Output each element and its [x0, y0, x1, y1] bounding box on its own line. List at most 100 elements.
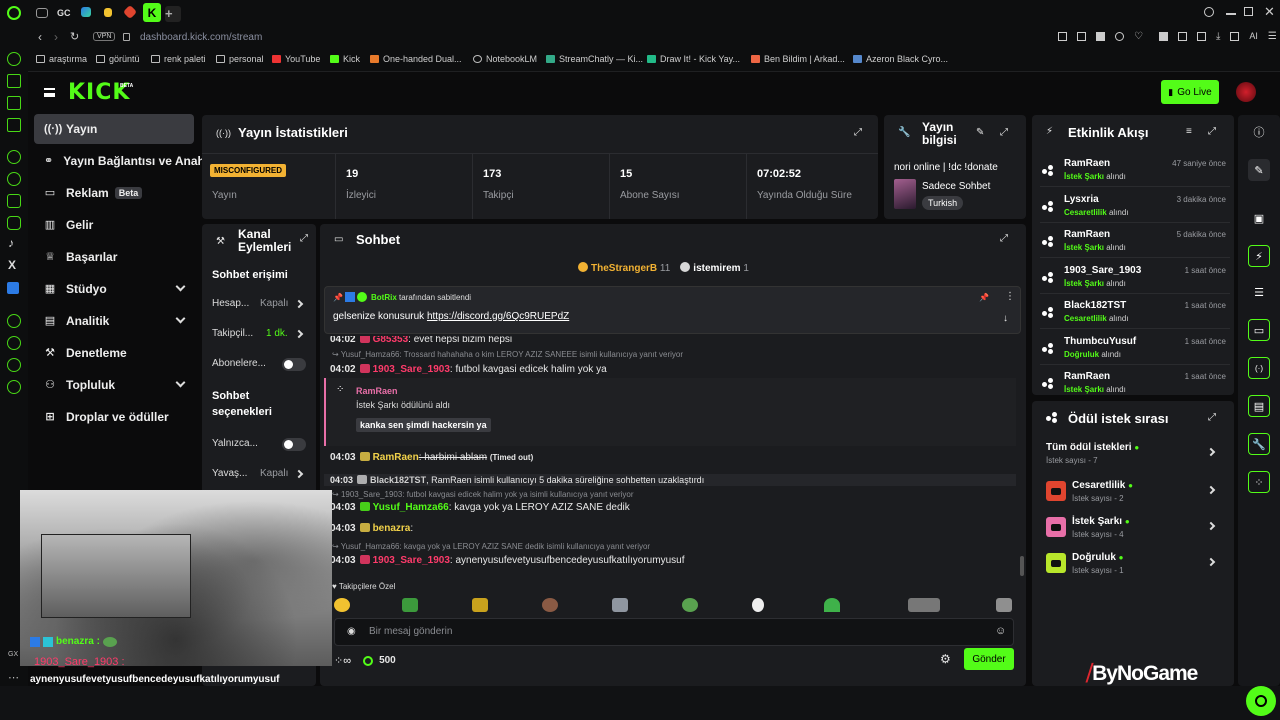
- emote[interactable]: [752, 598, 764, 612]
- x-icon[interactable]: X: [8, 258, 16, 272]
- bookmark-item[interactable]: personal: [216, 54, 264, 64]
- expand-icon[interactable]: ⤢: [1000, 127, 1008, 138]
- unpin-icon[interactable]: 📌: [979, 293, 989, 302]
- message-user[interactable]: 1903_Sare_1903: [373, 364, 450, 375]
- sidebar-item-yayin[interactable]: ((·)) Yayın: [34, 114, 194, 144]
- info-icon[interactable]: ⓘ: [1248, 121, 1270, 143]
- pinned-link[interactable]: https://discord.gg/6Qc9RUEPdZ: [427, 311, 569, 322]
- heart-icon[interactable]: ♡: [1134, 32, 1143, 42]
- search-icon[interactable]: [1204, 7, 1214, 17]
- back-icon[interactable]: ‹: [38, 30, 42, 44]
- edit-icon[interactable]: ✎: [976, 127, 984, 138]
- sidebar-icon-5[interactable]: [7, 150, 21, 164]
- chat-message[interactable]: 04:03 RamRaen: harbimi ablam (Timed out): [330, 452, 533, 463]
- gifter-1[interactable]: TheStrangerB 11: [578, 262, 670, 274]
- reload-icon[interactable]: ↻: [70, 30, 79, 43]
- chat-message[interactable]: 04:02 G85353: evet hepsi bizim hepsi: [330, 336, 512, 345]
- setting-row-yavas[interactable]: Yavaş... Kapalı: [202, 460, 316, 488]
- whatsapp-icon[interactable]: [7, 172, 21, 186]
- sidebar-icon-1[interactable]: [7, 52, 21, 66]
- event-user[interactable]: RamRaen: [1064, 229, 1110, 240]
- minimize-icon[interactable]: [1226, 13, 1236, 15]
- menu-icon[interactable]: ☰: [1268, 32, 1277, 42]
- event-user[interactable]: Black182TST: [1064, 300, 1126, 311]
- sidebar-item-gelir[interactable]: ▥ Gelir: [34, 210, 194, 240]
- ext-icon-3[interactable]: [1096, 32, 1105, 41]
- bookmark-item[interactable]: araştırma: [36, 54, 87, 64]
- sidebar-item-topluluk[interactable]: ⚇ Topluluk: [34, 370, 194, 400]
- expand-icon[interactable]: ⤢: [1208, 126, 1216, 137]
- discord-icon[interactable]: [7, 194, 21, 208]
- emote-only-toggle[interactable]: [282, 438, 306, 451]
- stats-icon[interactable]: ▣: [1248, 207, 1270, 229]
- tab-icon-1[interactable]: [36, 8, 48, 18]
- emote[interactable]: [824, 598, 840, 612]
- panel-icon[interactable]: ▤: [1248, 395, 1270, 417]
- chat-input-box[interactable]: ◉ Bir mesaj gönderin ☺: [334, 618, 1014, 646]
- wrench-icon[interactable]: 🔧: [1248, 433, 1270, 455]
- sidebar-item-basarilar[interactable]: ♕ Başarılar: [34, 242, 194, 272]
- download-icon[interactable]: [7, 358, 21, 372]
- message-user[interactable]: Yusuf_Hamza66: [373, 502, 449, 513]
- setting-row-hesap[interactable]: Hesap... Kapalı: [202, 290, 316, 318]
- settings-icon[interactable]: [7, 380, 21, 394]
- url-field[interactable]: dashboard.kick.com/stream: [140, 32, 262, 43]
- bookmark-item[interactable]: görüntü: [96, 54, 140, 64]
- bookmark-item[interactable]: Ben Bildim | Arkad...: [751, 54, 845, 64]
- filter-icon[interactable]: ≡: [1186, 126, 1192, 137]
- expand-icon[interactable]: ⤢: [854, 127, 862, 138]
- broadcast-icon[interactable]: (·): [1248, 357, 1270, 379]
- chat-settings-icon[interactable]: ⚙: [940, 652, 951, 666]
- ext-icon-4[interactable]: [1115, 32, 1124, 41]
- emote[interactable]: [996, 598, 1012, 612]
- bookmark-item[interactable]: renk paleti: [151, 54, 206, 64]
- event-user[interactable]: RamRaen: [1064, 371, 1110, 382]
- message-user[interactable]: RamRaen: [373, 452, 419, 463]
- message-user[interactable]: 1903_Sare_1903: [373, 555, 450, 566]
- emoji-icon[interactable]: ☺: [995, 625, 1006, 637]
- sidebar-icon-2[interactable]: [7, 74, 21, 88]
- setting-row-takipci[interactable]: Takipçil... 1 dk.: [202, 320, 316, 348]
- go-live-button[interactable]: ▮ Go Live: [1161, 80, 1219, 104]
- sidebar-item-denetleme[interactable]: ⚒ Denetleme: [34, 338, 194, 368]
- reward-user[interactable]: RamRaen: [356, 386, 398, 396]
- pencil-icon[interactable]: ✎: [1248, 159, 1270, 181]
- ext-icon-8[interactable]: [1196, 32, 1206, 41]
- tab-gc[interactable]: GC: [57, 8, 73, 24]
- more-options-icon[interactable]: ⋮: [1005, 291, 1015, 302]
- emote[interactable]: [682, 598, 698, 612]
- emote[interactable]: [402, 598, 418, 612]
- sidebar-icon-4[interactable]: [7, 118, 21, 132]
- support-button[interactable]: [1246, 686, 1276, 716]
- emote[interactable]: [334, 598, 350, 612]
- emote[interactable]: [542, 598, 558, 612]
- ai-button[interactable]: AI: [1249, 32, 1258, 41]
- event-user[interactable]: ThumbcuYusuf: [1064, 336, 1136, 347]
- sidebar-item-studyo[interactable]: ▦ Stüdyo: [34, 274, 194, 304]
- emote[interactable]: [908, 598, 940, 612]
- emote[interactable]: [472, 598, 488, 612]
- sidebar-item-baglanti[interactable]: ⚭Yayın Bağlantısı ve Anahtarı: [34, 146, 202, 176]
- message-user[interactable]: benazra: [373, 523, 411, 534]
- ext-icon-10[interactable]: [1230, 32, 1240, 41]
- chat-input[interactable]: Bir mesaj gönderin: [369, 626, 452, 637]
- bookmark-item[interactable]: NotebookLM: [473, 54, 537, 64]
- tab-kick-active[interactable]: K: [143, 3, 161, 22]
- chat-icon[interactable]: ▭: [1248, 319, 1270, 341]
- gifter-2[interactable]: istemirem 1: [680, 262, 749, 274]
- tab-icon-5[interactable]: [122, 4, 138, 20]
- bookmark-item[interactable]: One-handed Dual...: [370, 54, 462, 64]
- more-icon[interactable]: ⋯: [8, 671, 19, 684]
- send-button[interactable]: Gönder: [964, 648, 1014, 670]
- collapse-icon[interactable]: ↓: [1003, 313, 1008, 324]
- forward-icon[interactable]: ›: [54, 30, 58, 44]
- player-icon[interactable]: [7, 314, 21, 328]
- chat-message[interactable]: 04:03 1903_Sare_1903: aynenyusufevetyusuf…: [330, 555, 684, 566]
- new-tab-button[interactable]: +: [165, 6, 181, 22]
- emote[interactable]: [612, 598, 628, 612]
- tab-icon-3[interactable]: [81, 7, 91, 17]
- history-icon[interactable]: [7, 336, 21, 350]
- reward-item[interactable]: İstek Şarkı ● İstek sayısı - 4: [1032, 511, 1234, 545]
- ext-icon-6[interactable]: [1158, 32, 1168, 41]
- setting-row-yalnizca[interactable]: Yalnızca...: [202, 430, 316, 458]
